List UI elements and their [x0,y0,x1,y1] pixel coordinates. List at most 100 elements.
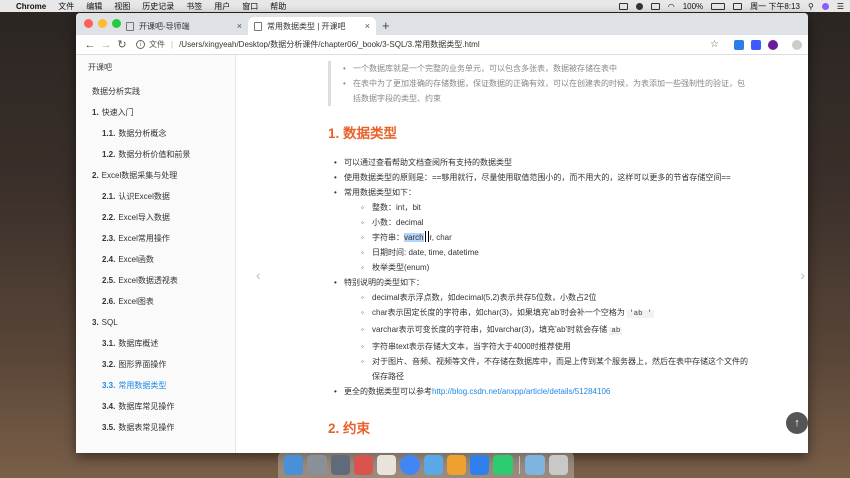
minimize-window-button[interactable] [98,19,107,28]
list-item: 枚举类型(enum) [344,260,748,275]
back-button[interactable]: ← [82,39,98,51]
sidebar-item[interactable]: 2.3. Excel常用操作 [76,228,235,249]
list-item: 整数：int，bit [344,200,748,215]
dock-app-icon[interactable] [284,455,304,475]
selected-text[interactable]: varch [404,233,424,242]
sidebar-chapter-list: 1. 快速入门 1.1. 数据分析概念 1.2. 数据分析价值和前景 2. Excel数据采集… [76,102,235,438]
extension-icon[interactable] [751,39,761,50]
sidebar-item[interactable]: 3.1. 数据库概述 [76,333,235,354]
menu-bookmarks[interactable]: 书签 [186,1,202,12]
scroll-to-top-button[interactable]: ↑ [786,412,808,434]
sidebar-item-label: 快速入门 [101,108,134,117]
sidebar-item-number: 3.3. [102,381,116,390]
siri-icon[interactable] [821,2,829,10]
spotlight-icon[interactable]: ⚲ [808,2,814,11]
sidebar-item-number: 1. [92,108,99,117]
dock-app-icon[interactable] [353,455,373,475]
reload-button[interactable]: ↻ [114,38,130,51]
new-tab-button[interactable]: + [382,18,390,33]
dock-app-icon[interactable] [493,455,513,475]
list-item-text: 特别说明的类型如下： [344,278,424,287]
menu-app-chrome[interactable]: Chrome [16,2,46,11]
sidebar-item[interactable]: 3. SQL [76,312,235,333]
menu-edit[interactable]: 编辑 [86,1,102,12]
sidebar-item[interactable]: 1.2. 数据分析价值和前景 [76,144,235,165]
heading-constraints: 2. 约束 [328,421,371,436]
battery-icon[interactable] [711,2,726,10]
sidebar-brand[interactable]: 开课吧 [76,61,235,75]
input-source-icon[interactable] [733,2,743,10]
menu-help[interactable]: 帮助 [270,1,286,12]
dock-app-icon[interactable] [470,455,490,475]
list-item-text: 常用数据类型如下： [344,188,416,197]
tab-title: 常用数据类型 | 开课吧 [267,21,346,31]
sidebar-item-label: Excel函数 [118,255,154,264]
reference-link[interactable]: http://blog.csdn.net/anxpp/article/detai… [432,387,610,396]
sidebar-item[interactable]: 2. Excel数据采集与处理 [76,165,235,186]
sidebar-item[interactable]: 1.1. 数据分析概念 [76,123,235,144]
close-icon[interactable]: × [237,21,242,31]
menu-people[interactable]: 用户 [214,1,230,12]
dock-app-icon[interactable] [548,455,568,475]
menu-window[interactable]: 窗口 [242,1,258,12]
profile-avatar[interactable] [792,39,802,50]
sidebar-item[interactable]: 3.3. 常用数据类型 [76,375,235,396]
sidebar-item-label: Excel数据透视表 [118,276,178,285]
menubar-status-area: ◠ 100% 周一 下午8:13 ⚲ ☰ [618,1,844,12]
status-icon[interactable] [635,2,643,10]
sidebar-item[interactable]: 2.1. 认识Excel数据 [76,186,235,207]
screen-record-icon[interactable] [618,2,628,10]
sidebar-item-label: 数据分析概念 [118,129,167,138]
sidebar-item[interactable]: 3.4. 数据库常见操作 [76,396,235,417]
list-item: 字符串：varch r, char [344,230,748,245]
address-separator: | [171,40,174,49]
dock-app-icon[interactable] [307,455,327,475]
close-icon[interactable]: × [365,21,370,31]
sidebar-item[interactable]: 3.5. 数据表常见操作 [76,417,235,438]
sidebar-item[interactable]: 2.5. Excel数据透视表 [76,270,235,291]
inline-code: ab [609,327,623,335]
macos-dock [278,452,574,478]
address-scheme-label: 文件 [149,40,165,49]
next-page-button[interactable]: › [800,267,805,283]
sidebar-item-label: 数据分析价值和前景 [118,150,191,159]
battery-percent: 100% [682,1,704,11]
sidebar-root[interactable]: 数据分析实践 [76,81,235,102]
menubar-clock[interactable]: 周一 下午8:13 [750,1,800,12]
dock-app-icon[interactable] [377,455,397,475]
menu-history[interactable]: 历史记录 [142,1,174,12]
address-url[interactable]: /Users/xingyeah/Desktop/数据分析课件/chapter06… [179,39,480,50]
prev-page-button[interactable]: ‹ [256,267,261,283]
menu-view[interactable]: 视图 [114,1,130,12]
sidebar-item-number: 3.5. [102,423,116,432]
notification-center-icon[interactable]: ☰ [837,2,844,11]
dock-app-icon[interactable] [330,455,350,475]
display-icon[interactable] [650,2,660,10]
dock-separator [518,456,520,474]
sidebar-item[interactable]: 2.2. Excel导入数据 [76,207,235,228]
dock-app-icon[interactable] [423,455,443,475]
forward-button[interactable]: → [98,39,114,51]
menu-file[interactable]: 文件 [58,1,74,12]
dock-app-icon[interactable] [400,455,420,475]
dock-app-icon[interactable] [446,455,466,475]
extension-icon[interactable] [768,39,778,50]
sidebar-item-number: 3.1. [102,339,116,348]
sidebar-item[interactable]: 1. 快速入门 [76,102,235,123]
tab-kaikeba-mentor[interactable]: 开课吧-导师端 × [120,17,248,35]
sidebar-item[interactable]: 2.6. Excel图表 [76,291,235,312]
bookmark-star-icon[interactable]: ☆ [710,39,719,50]
book-sidebar: 开课吧 数据分析实践 1. 快速入门 1.1. 数据分析概念 1.2. 数据分析价值和前景… [76,55,236,453]
sidebar-item-label: Excel常用操作 [118,234,170,243]
sidebar-item[interactable]: 3.2. 图形界面操作 [76,354,235,375]
dock-app-icon[interactable] [525,455,545,475]
tab-data-types[interactable]: 常用数据类型 | 开课吧 × [248,17,376,35]
extension-icon[interactable] [734,39,744,50]
address-bar[interactable]: i 文件 | /Users/xingyeah/Desktop/数据分析课件/ch… [136,37,704,52]
wifi-icon[interactable]: ◠ [668,2,675,11]
list-item: char表示固定长度的字符串，如char(3)，如果填充'ab'时会补一个空格为… [344,305,748,322]
sidebar-item[interactable]: 2.4. Excel函数 [76,249,235,270]
close-window-button[interactable] [84,19,93,28]
article-area: ‹ › 一个数据库就是一个完整的业务单元，可以包含多张表，数据被存储在表中 在表… [236,55,808,453]
info-icon[interactable]: i [136,40,145,49]
